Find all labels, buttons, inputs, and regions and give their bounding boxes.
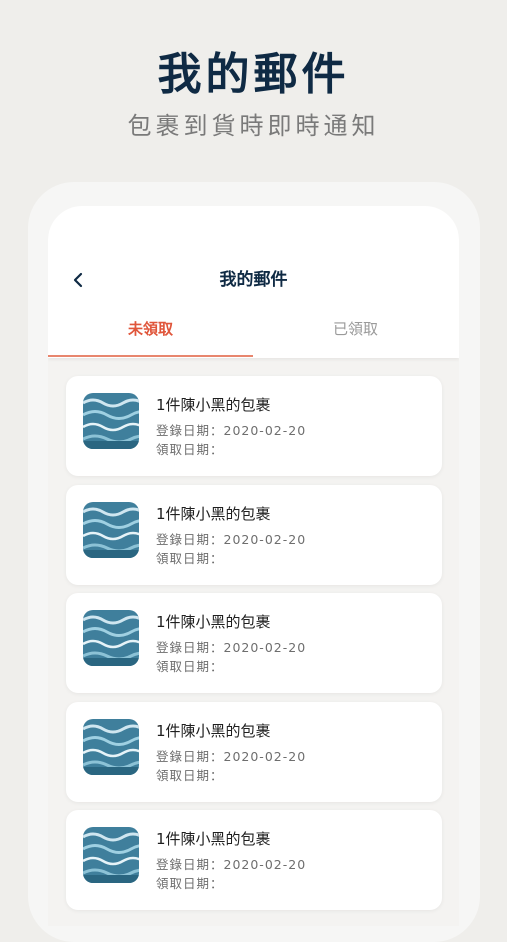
tab-claimed[interactable]: 已領取 xyxy=(253,316,458,342)
registered-date: 登錄日期：2020-02-20 xyxy=(156,857,307,872)
collected-date: 領取日期： xyxy=(156,550,224,566)
parcel-title: 1件陳小黑的包裹 xyxy=(156,830,271,848)
app-screen: 我的郵件 未領取 已領取 1件陳小黑的包裹 登錄日期：2020-02-20 領取… xyxy=(48,206,459,926)
registered-date: 登錄日期：2020-02-20 xyxy=(156,531,307,547)
parcel-card[interactable]: 1件陳小黑的包裹 登錄日期：2020-02-20 領取日期： xyxy=(66,484,442,585)
registered-date: 登錄日期：2020-02-20 xyxy=(156,640,307,655)
parcel-title: 1件陳小黑的包裹 xyxy=(156,721,271,740)
nav-bar: 我的郵件 未領取 已領取 xyxy=(48,206,459,358)
parcel-thumbnail xyxy=(83,718,139,775)
parcel-thumbnail xyxy=(83,610,139,666)
parcel-list: 1件陳小黑的包裹 登錄日期：2020-02-20 領取日期： 1件陳小黑的包裹 … xyxy=(66,376,442,919)
tab-unclaimed[interactable]: 未領取 xyxy=(48,316,253,342)
collected-date: 領取日期： xyxy=(156,442,224,457)
parcel-thumbnail xyxy=(83,827,139,883)
parcel-title: 1件陳小黑的包裹 xyxy=(156,613,271,631)
registered-date: 登錄日期：2020-02-20 xyxy=(156,748,307,764)
promo-subtitle: 包裹到貨時即時通知 xyxy=(127,112,380,140)
promo-title: 我的郵件 xyxy=(157,49,350,100)
parcel-card[interactable]: 1件陳小黑的包裹 登錄日期：2020-02-20 領取日期： xyxy=(66,701,442,802)
parcel-card[interactable]: 1件陳小黑的包裹 登錄日期：2020-02-20 領取日期： xyxy=(66,810,442,910)
collected-date: 領取日期： xyxy=(156,659,224,674)
parcel-card[interactable]: 1件陳小黑的包裹 登錄日期：2020-02-20 領取日期： xyxy=(66,376,442,476)
parcel-card[interactable]: 1件陳小黑的包裹 登錄日期：2020-02-20 領取日期： xyxy=(66,593,442,693)
parcel-title: 1件陳小黑的包裹 xyxy=(156,396,271,414)
collected-date: 領取日期： xyxy=(156,876,224,891)
collected-date: 領取日期： xyxy=(156,767,224,783)
parcel-title: 1件陳小黑的包裹 xyxy=(156,504,271,523)
registered-date: 登錄日期：2020-02-20 xyxy=(156,423,307,438)
page-title: 我的郵件 xyxy=(219,270,288,290)
parcel-thumbnail xyxy=(83,501,139,558)
active-tab-indicator xyxy=(48,355,253,357)
parcel-thumbnail xyxy=(83,393,139,449)
